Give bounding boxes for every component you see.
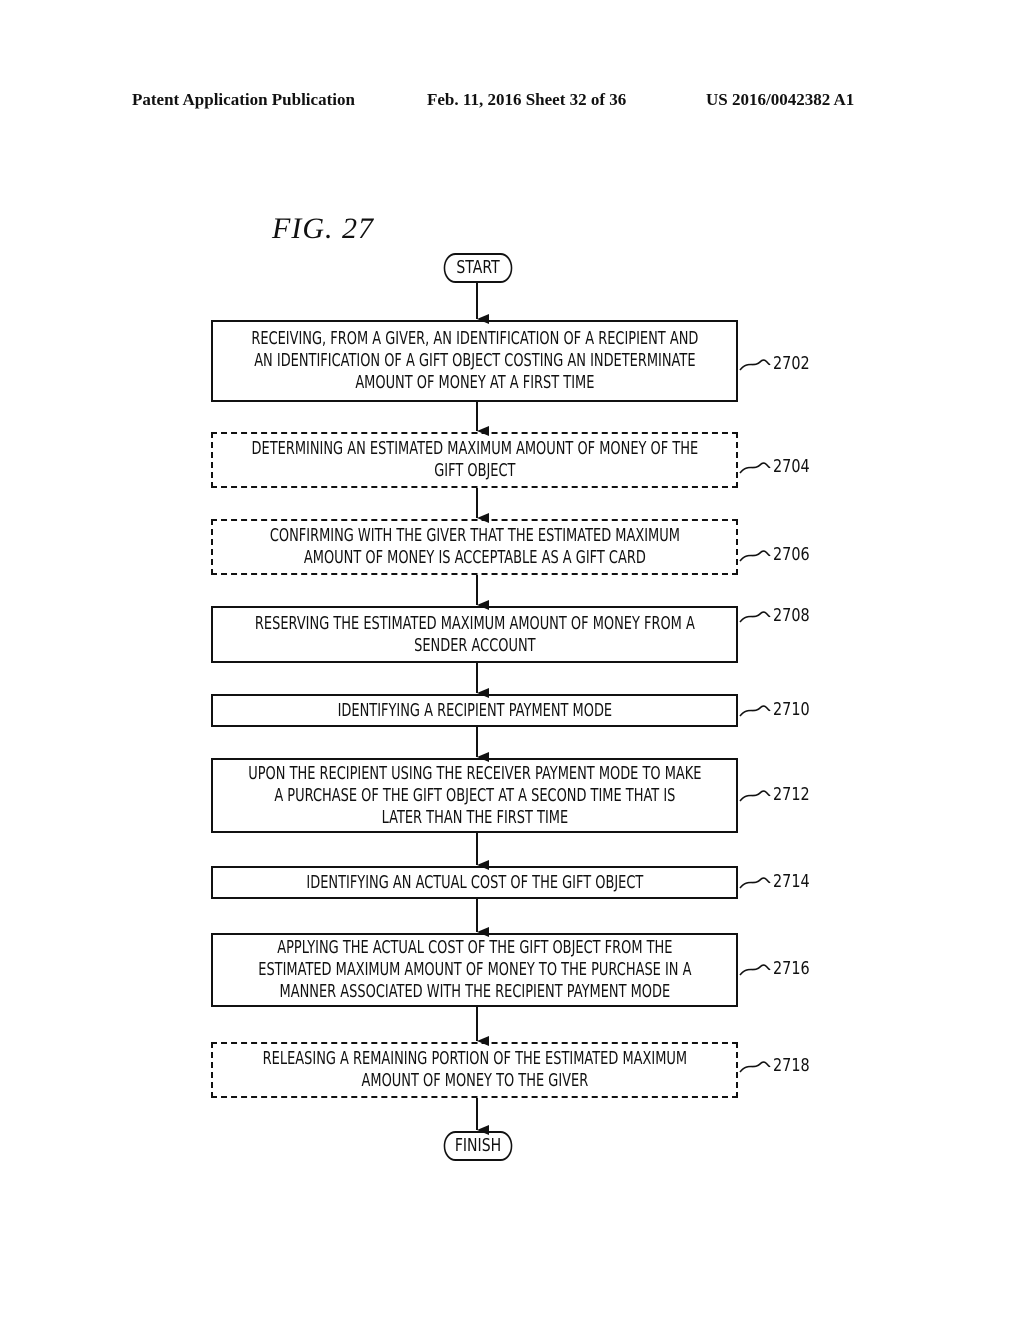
step-text: DETERMINING AN ESTIMATED MAXIMUM AMOUNT … (251, 438, 698, 481)
process-step-2706: CONFIRMING WITH THE GIVER THAT THE ESTIM… (211, 519, 738, 575)
process-step-2704: DETERMINING AN ESTIMATED MAXIMUM AMOUNT … (211, 432, 738, 488)
reference-number-2712: 2712 (773, 784, 810, 805)
step-text: RESERVING THE ESTIMATED MAXIMUM AMOUNT O… (254, 612, 695, 656)
reference-number-2702: 2702 (773, 353, 810, 374)
leader-line (739, 359, 771, 371)
reference-number-2714: 2714 (773, 871, 810, 892)
process-step-2702: RECEIVING, FROM A GIVER, AN IDENTIFICATI… (211, 320, 738, 402)
reference-number-2716: 2716 (773, 958, 810, 979)
leader-line (739, 705, 771, 717)
step-text: RELEASING A REMAINING PORTION OF THE EST… (262, 1048, 687, 1091)
step-text: IDENTIFYING AN ACTUAL COST OF THE GIFT O… (306, 871, 643, 893)
step-text: IDENTIFYING A RECIPIENT PAYMENT MODE (337, 699, 612, 721)
leader-line (739, 877, 771, 889)
leader-line (739, 611, 771, 623)
leader-line (739, 964, 771, 976)
finish-terminal: FINISH (443, 1131, 513, 1161)
step-text: UPON THE RECIPIENT USING THE RECEIVER PA… (247, 762, 702, 828)
reference-number-2704: 2704 (773, 456, 810, 477)
process-step-2712: UPON THE RECIPIENT USING THE RECEIVER PA… (211, 758, 738, 833)
reference-number-2706: 2706 (773, 544, 810, 565)
reference-number-2718: 2718 (773, 1055, 810, 1076)
step-text: RECEIVING, FROM A GIVER, AN IDENTIFICATI… (251, 328, 699, 393)
reference-number-2708: 2708 (773, 605, 810, 626)
reference-number-2710: 2710 (773, 699, 810, 720)
process-step-2714: IDENTIFYING AN ACTUAL COST OF THE GIFT O… (211, 866, 738, 899)
step-text: CONFIRMING WITH THE GIVER THAT THE ESTIM… (269, 525, 680, 568)
process-step-2716: APPLYING THE ACTUAL COST OF THE GIFT OBJ… (211, 933, 738, 1007)
leader-line (739, 1061, 771, 1073)
leader-line (739, 550, 771, 562)
process-step-2718: RELEASING A REMAINING PORTION OF THE EST… (211, 1042, 738, 1098)
process-step-2708: RESERVING THE ESTIMATED MAXIMUM AMOUNT O… (211, 606, 738, 663)
leader-line (739, 462, 771, 474)
step-text: APPLYING THE ACTUAL COST OF THE GIFT OBJ… (257, 937, 692, 1002)
start-terminal: START (443, 253, 513, 283)
process-step-2710: IDENTIFYING A RECIPIENT PAYMENT MODE (211, 694, 738, 727)
leader-line (739, 790, 771, 802)
